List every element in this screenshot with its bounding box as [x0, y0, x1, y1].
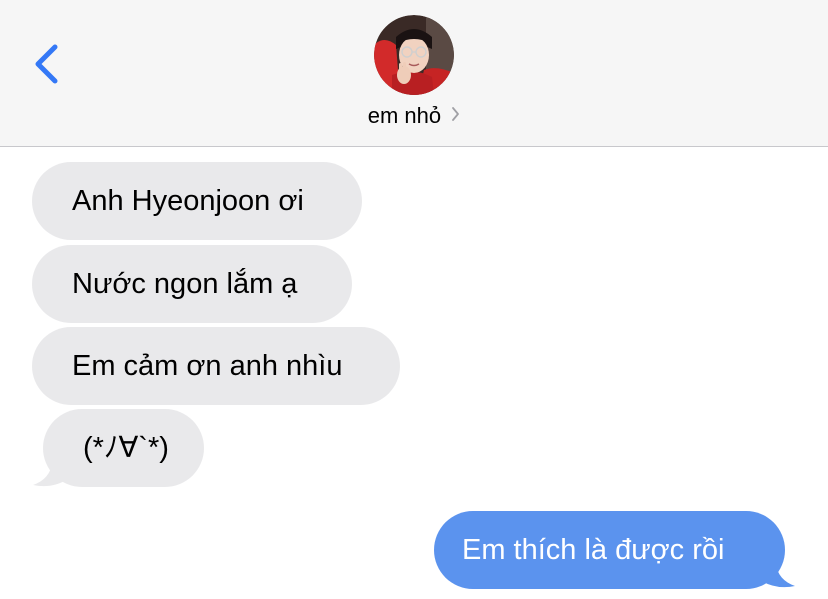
message-text: (*ﾉ∀`*): [83, 432, 169, 464]
messages-screen: em nhỏ Anh Hyeonjoon ơi Nước ngon lắm ạ …: [0, 0, 828, 599]
message-bubble-incoming[interactable]: Anh Hyeonjoon ơi: [32, 162, 362, 240]
message-bubble-incoming[interactable]: Em cảm ơn anh nhìu: [32, 327, 400, 405]
message-bubble-outgoing[interactable]: Em thích là được rồi: [434, 511, 785, 589]
message-text: Nước ngon lắm ạ: [72, 268, 298, 300]
chevron-right-icon: [451, 102, 460, 128]
back-button[interactable]: [28, 40, 68, 88]
message-bubble-incoming[interactable]: (*ﾉ∀`*): [43, 409, 204, 487]
message-text: Em thích là được rồi: [462, 534, 725, 566]
contact-name-button[interactable]: em nhỏ: [0, 102, 828, 130]
message-text: Anh Hyeonjoon ơi: [72, 185, 304, 217]
contact-name: em nhỏ: [367, 103, 442, 129]
contact-avatar[interactable]: [374, 15, 454, 95]
chevron-left-icon: [35, 44, 58, 84]
message-bubble-incoming[interactable]: Nước ngon lắm ạ: [32, 245, 352, 323]
conversation-header: em nhỏ: [0, 0, 828, 147]
avatar-photo: [374, 15, 454, 95]
message-text: Em cảm ơn anh nhìu: [72, 350, 343, 382]
